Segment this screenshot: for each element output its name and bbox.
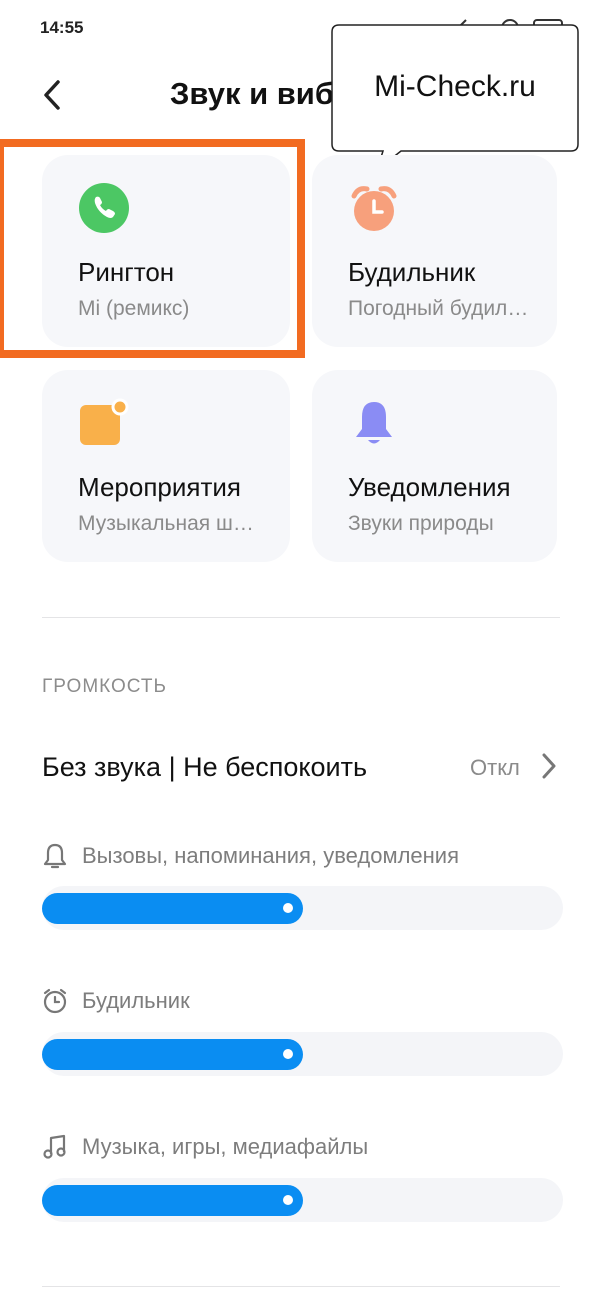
slider-fill xyxy=(42,1185,303,1216)
bell-icon xyxy=(356,402,392,444)
card-subtitle: Погодный будильник xyxy=(348,297,533,320)
back-button[interactable] xyxy=(30,70,74,120)
phone-icon xyxy=(79,183,129,233)
volume-slider-media[interactable] xyxy=(42,1178,563,1222)
card-title: Будильник xyxy=(348,257,476,287)
card-title: Мероприятия xyxy=(78,472,241,502)
volume-slider-alarm[interactable] xyxy=(42,1032,563,1076)
card-subtitle: Музыкальная шкатулка xyxy=(78,512,263,535)
divider xyxy=(42,617,560,618)
card-alarm[interactable]: Будильник Погодный будильник xyxy=(312,155,557,347)
card-title: Уведомления xyxy=(348,472,511,502)
card-title: Рингтон xyxy=(78,257,175,287)
alarm-clock-icon xyxy=(351,186,397,231)
slider-thumb[interactable] xyxy=(283,1049,293,1059)
divider xyxy=(42,1286,560,1287)
slider-thumb[interactable] xyxy=(283,903,293,913)
bell-outline-icon xyxy=(43,843,67,869)
slider-label-text: Музыка, игры, медиафайлы xyxy=(82,1134,369,1159)
slider-label-text: Вызовы, напоминания, уведомления xyxy=(82,843,460,868)
card-events[interactable]: Мероприятия Музыкальная шкатулка xyxy=(42,370,290,562)
callout-text: Mi-Check.ru xyxy=(374,70,536,103)
card-notifications[interactable]: Уведомления Звуки природы xyxy=(312,370,557,562)
status-time: 14:55 xyxy=(40,18,84,37)
dnd-label: Без звука | Не беспокоить xyxy=(42,752,368,782)
dnd-value: Откл xyxy=(470,755,520,780)
watermark-callout: Mi-Check.ru xyxy=(331,24,579,173)
slider-label-calls: Вызовы, напоминания, уведомления xyxy=(42,841,459,871)
slider-fill xyxy=(42,893,303,924)
music-note-icon xyxy=(43,1134,66,1159)
card-subtitle: Звуки природы xyxy=(348,512,494,535)
chevron-right-icon xyxy=(542,753,556,779)
slider-label-media: Музыка, игры, медиафайлы xyxy=(42,1132,368,1162)
do-not-disturb-row[interactable]: Без звука | Не беспокоить Откл xyxy=(0,730,600,802)
slider-fill xyxy=(42,1039,303,1070)
slider-thumb[interactable] xyxy=(283,1195,293,1205)
volume-slider-calls[interactable] xyxy=(42,886,563,930)
calendar-event-icon xyxy=(80,398,129,445)
alarm-outline-icon xyxy=(43,988,67,1014)
section-header-volume: ГРОМКОСТЬ xyxy=(42,676,167,697)
card-subtitle: Mi (ремикс) xyxy=(78,297,190,320)
chevron-left-icon xyxy=(44,80,60,110)
slider-label-text: Будильник xyxy=(82,988,190,1013)
card-ringtone[interactable]: Рингтон Mi (ремикс) xyxy=(42,155,290,347)
slider-label-alarm: Будильник xyxy=(42,986,190,1016)
